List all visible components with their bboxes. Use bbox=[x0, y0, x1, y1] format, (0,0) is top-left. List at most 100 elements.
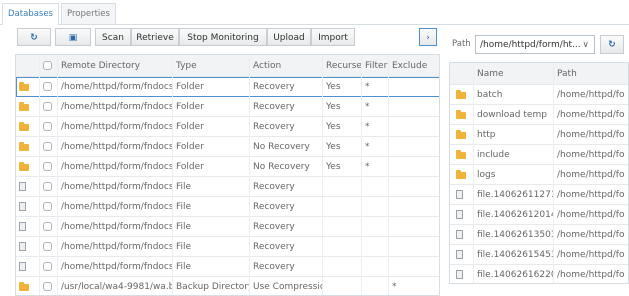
list-item[interactable]: include/home/httpd/fo bbox=[450, 145, 628, 165]
table-row[interactable]: /home/httpd/form/fndocs/oj Folder No Recov… bbox=[16, 157, 439, 177]
row-checkbox-cell[interactable] bbox=[40, 197, 58, 217]
row-checkbox[interactable] bbox=[43, 222, 52, 231]
list-item[interactable]: logs/home/httpd/fo bbox=[450, 165, 628, 185]
file-icon bbox=[19, 202, 26, 211]
table-row[interactable]: /home/httpd/form/fndocs/fe File Recovery bbox=[16, 197, 439, 217]
recurse-cell: Yes bbox=[323, 157, 362, 177]
recurse-cell bbox=[323, 257, 362, 277]
expand-button[interactable]: › bbox=[419, 28, 437, 46]
tab-databases[interactable]: Databases bbox=[2, 3, 59, 25]
name-cell: include bbox=[474, 145, 554, 165]
list-item[interactable]: download temp/home/httpd/fo bbox=[450, 105, 628, 125]
path-label: Path bbox=[452, 39, 471, 49]
table-row[interactable]: /home/httpd/form/fndocs/fe File Recovery bbox=[16, 237, 439, 257]
filter-cell: * bbox=[362, 77, 389, 97]
list-item[interactable]: batch/home/httpd/fo bbox=[450, 85, 628, 105]
folder-icon bbox=[19, 282, 29, 291]
row-icon-cell bbox=[450, 165, 474, 185]
header-recurse[interactable]: Recurse bbox=[323, 55, 362, 77]
action-cell: Recovery bbox=[250, 217, 323, 237]
row-checkbox-cell[interactable] bbox=[40, 257, 58, 277]
remote-directory-cell: /usr/local/wa4-9981/wa.bak bbox=[58, 277, 173, 295]
row-checkbox-cell[interactable] bbox=[40, 117, 58, 137]
row-checkbox[interactable] bbox=[43, 202, 52, 211]
row-icon-cell bbox=[16, 197, 40, 217]
table-header: Remote Directory Type Action Recurse Fil… bbox=[16, 55, 439, 77]
row-checkbox[interactable] bbox=[43, 182, 52, 191]
refresh-button[interactable]: ↻ bbox=[17, 28, 51, 46]
tab-properties[interactable]: Properties bbox=[61, 3, 116, 24]
row-checkbox-cell[interactable] bbox=[40, 237, 58, 257]
header-exclude[interactable]: Exclude bbox=[389, 55, 439, 77]
row-checkbox[interactable] bbox=[43, 262, 52, 271]
header-select-all[interactable] bbox=[40, 55, 58, 77]
row-checkbox-cell[interactable] bbox=[40, 77, 58, 97]
list-item[interactable]: file.140626162207/home/httpd/fo bbox=[450, 265, 628, 283]
remote-directory-cell: /home/httpd/form/fndocs/be bbox=[58, 77, 173, 97]
path-cell: /home/httpd/fo bbox=[557, 210, 625, 220]
list-item[interactable]: file.140626120145/home/httpd/fo bbox=[450, 205, 628, 225]
row-checkbox[interactable] bbox=[43, 162, 52, 171]
folder-icon bbox=[456, 130, 466, 139]
folder-icon bbox=[456, 90, 466, 99]
header-action[interactable]: Action bbox=[250, 55, 323, 77]
list-item[interactable]: http/home/httpd/fo bbox=[450, 125, 628, 145]
list-item[interactable]: file.140626112710/home/httpd/fo bbox=[450, 185, 628, 205]
row-checkbox[interactable] bbox=[43, 282, 52, 291]
path-dropdown[interactable]: /home/httpd/form/ht... ∨ bbox=[475, 35, 595, 54]
table-row[interactable]: /home/httpd/form/fndocs/fe File Recovery bbox=[16, 177, 439, 197]
list-item[interactable]: file.140626135030/home/httpd/fo bbox=[450, 225, 628, 245]
row-checkbox-cell[interactable] bbox=[40, 97, 58, 117]
floppy-icon: ▣ bbox=[68, 33, 78, 43]
recurse-cell: Yes bbox=[323, 77, 362, 97]
table-row[interactable]: /home/httpd/form/fndocs/nsFolderRecovery… bbox=[16, 117, 439, 137]
row-icon-cell bbox=[16, 257, 40, 277]
header-filter[interactable]: Filter bbox=[362, 55, 389, 77]
row-checkbox[interactable] bbox=[43, 122, 52, 131]
remote-directory-cell: /home/httpd/form/fndocs/fe bbox=[58, 237, 173, 257]
row-icon-cell bbox=[450, 225, 474, 245]
table-row[interactable]: /home/httpd/form/fndocs/beFolderRecovery… bbox=[16, 77, 439, 97]
row-icon-cell bbox=[450, 185, 474, 205]
import-button[interactable]: Import bbox=[311, 28, 355, 46]
remote-directory-cell: /home/httpd/form/fndocs/ns bbox=[58, 117, 173, 137]
chevron-right-icon: › bbox=[426, 33, 430, 43]
header-name[interactable]: Name bbox=[474, 63, 554, 85]
row-checkbox-cell[interactable] bbox=[40, 157, 58, 177]
refresh-icon: ↻ bbox=[608, 40, 616, 50]
row-checkbox[interactable] bbox=[43, 242, 52, 251]
row-checkbox-cell[interactable] bbox=[40, 137, 58, 157]
table-row[interactable]: /home/httpd/form/fndocs/dcFolderNo Recov… bbox=[16, 137, 439, 157]
table-row[interactable]: /home/httpd/form/fndocs/wcFolderRecovery… bbox=[16, 97, 439, 117]
retrieve-button[interactable]: Retrieve bbox=[131, 28, 179, 46]
row-checkbox[interactable] bbox=[43, 142, 52, 151]
header-remote-directory[interactable]: Remote Directory bbox=[58, 55, 173, 77]
list-item[interactable]: file.140626154534/home/httpd/fo bbox=[450, 245, 628, 265]
save-button[interactable]: ▣ bbox=[55, 28, 91, 46]
header-type[interactable]: Type bbox=[173, 55, 250, 77]
header-path[interactable]: Path bbox=[554, 63, 628, 85]
stop-monitoring-button[interactable]: Stop Monitoring bbox=[179, 28, 267, 46]
row-checkbox[interactable] bbox=[43, 82, 52, 91]
type-cell: Folder bbox=[173, 117, 250, 137]
path-refresh-button[interactable]: ↻ bbox=[600, 35, 624, 54]
exclude-cell bbox=[389, 177, 439, 197]
scan-button[interactable]: Scan bbox=[95, 28, 131, 46]
type-cell: Folder bbox=[173, 157, 250, 177]
remote-directory-cell: /home/httpd/form/fndocs/oj bbox=[58, 157, 173, 177]
file-icon bbox=[456, 270, 463, 279]
file-icon bbox=[456, 230, 463, 239]
upload-button[interactable]: Upload bbox=[267, 28, 311, 46]
row-checkbox[interactable] bbox=[43, 102, 52, 111]
row-checkbox-cell[interactable] bbox=[40, 177, 58, 197]
exclude-cell bbox=[389, 117, 439, 137]
remote-directory-cell: /home/httpd/form/fndocs/fe bbox=[58, 177, 173, 197]
table-row[interactable]: /home/httpd/form/fndocs/fe File Recovery bbox=[16, 217, 439, 237]
row-checkbox-cell[interactable] bbox=[40, 277, 58, 295]
exclude-cell bbox=[389, 157, 439, 177]
table-row[interactable]: /usr/local/wa4-9981/wa.bak Backup Directo… bbox=[16, 277, 439, 295]
row-checkbox-cell[interactable] bbox=[40, 217, 58, 237]
checkbox[interactable] bbox=[43, 61, 52, 70]
type-cell: File bbox=[173, 197, 250, 217]
table-row[interactable]: /home/httpd/form/fndocs/fe File Recovery bbox=[16, 257, 439, 277]
